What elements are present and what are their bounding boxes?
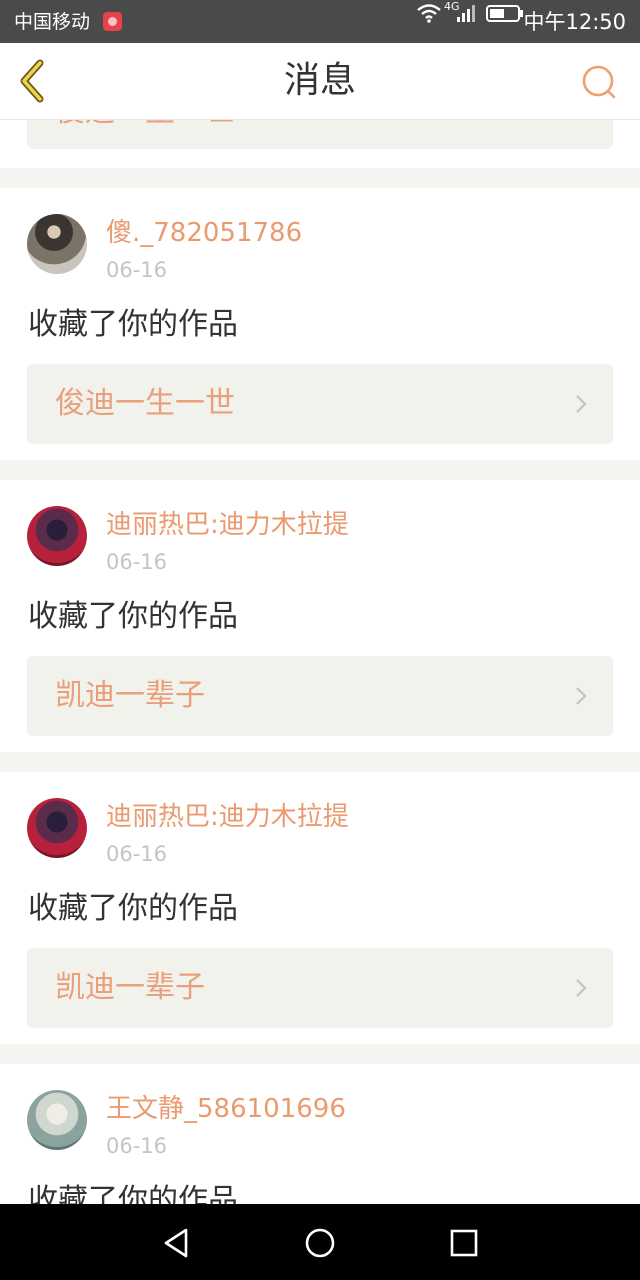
status-bar: 中国移动 4G 中午12:50 [0,0,640,43]
card-divider [0,168,640,188]
app-header: 消息 [0,43,640,120]
chevron-right-icon [576,687,587,705]
carrier-name: 中国移动 [14,11,91,33]
message-list[interactable]: 俊迪一生一世 傻._782051786 06-16 收藏了你的作品 俊迪一生一世… [0,120,640,1204]
signal-icon [457,5,475,22]
message-text: 收藏了你的作品 [28,599,238,634]
nav-recent-button[interactable] [447,1226,481,1260]
nav-home-button[interactable] [303,1226,337,1260]
square-recent-icon [450,1229,478,1257]
message-date: 06-16 [106,550,168,574]
triangle-back-icon [164,1228,188,1258]
username[interactable]: 王文静_586101696 [106,1092,346,1126]
card-divider [0,752,640,772]
work-link[interactable]: 俊迪一生一世 [27,364,613,444]
work-title: 凯迪一辈子 [55,970,205,1005]
message-card: 迪丽热巴:迪力木拉提 06-16 收藏了你的作品 凯迪一辈子 [0,772,640,1044]
work-link[interactable]: 凯迪一辈子 [27,656,613,736]
app-notification-icon [103,12,122,31]
message-date: 06-16 [106,842,168,866]
card-divider [0,1044,640,1064]
avatar[interactable] [27,798,87,858]
username[interactable]: 迪丽热巴:迪力木拉提 [106,800,349,834]
message-card: 俊迪一生一世 [0,120,640,168]
avatar[interactable] [27,506,87,566]
message-text: 收藏了你的作品 [28,891,238,926]
chevron-right-icon [576,979,587,997]
message-date: 06-16 [106,1134,168,1158]
work-title: 俊迪一生一世 [55,386,235,421]
work-link[interactable]: 俊迪一生一世 [27,120,613,149]
wifi-icon [417,4,441,23]
clock: 中午12:50 [523,10,626,34]
search-icon [582,65,616,99]
work-title: 俊迪一生一世 [55,120,235,132]
nav-back-button[interactable] [160,1226,194,1260]
message-card: 迪丽热巴:迪力木拉提 06-16 收藏了你的作品 凯迪一辈子 [0,480,640,752]
chevron-right-icon [576,395,587,413]
circle-home-icon [305,1228,335,1258]
work-link[interactable]: 凯迪一辈子 [27,948,613,1028]
message-text: 收藏了你的作品 [28,307,238,342]
card-divider [0,460,640,480]
status-icons: 4G [416,0,526,24]
message-card: 傻._782051786 06-16 收藏了你的作品 俊迪一生一世 [0,188,640,460]
message-text: 收藏了你的作品 [28,1183,238,1204]
work-title: 凯迪一辈子 [55,678,205,713]
avatar[interactable] [27,214,87,274]
system-nav-bar [0,1204,640,1280]
message-date: 06-16 [106,258,168,282]
username[interactable]: 傻._782051786 [106,216,302,250]
message-card: 王文静_586101696 06-16 收藏了你的作品 [0,1064,640,1204]
search-button[interactable] [580,63,618,101]
avatar[interactable] [27,1090,87,1150]
battery-icon [486,5,523,22]
page-title: 消息 [283,60,356,101]
username[interactable]: 迪丽热巴:迪力木拉提 [106,508,349,542]
